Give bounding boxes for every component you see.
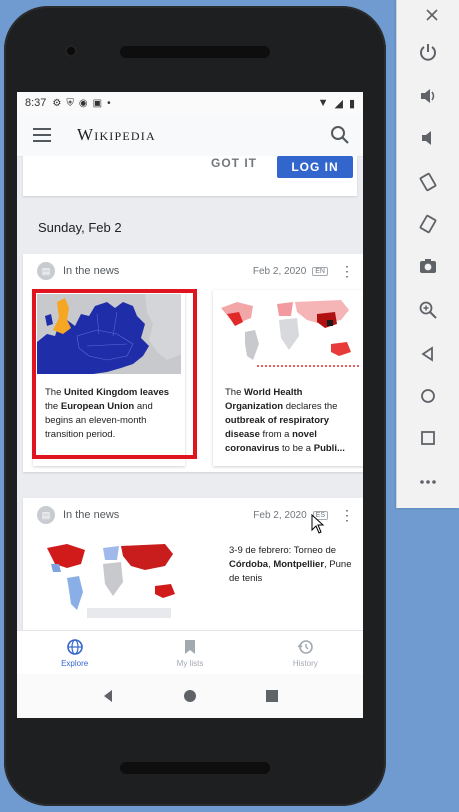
search-icon[interactable] xyxy=(329,124,351,146)
got-it-button[interactable]: GOT IT xyxy=(211,156,257,170)
back-icon[interactable] xyxy=(416,342,440,366)
overflow-menu-icon[interactable]: ⋮ xyxy=(340,263,354,280)
volume-down-icon[interactable] xyxy=(416,126,440,150)
card-date: Feb 2, 2020 xyxy=(253,509,307,521)
card-header: ▤ In the news Feb 2, 2020 EN ⋮ xyxy=(23,254,363,288)
story-link[interactable]: Montpellier xyxy=(273,559,324,570)
front-camera xyxy=(64,44,78,58)
story-text: The United Kingdom leaves the European U… xyxy=(45,387,170,440)
story-text: The World Health Organization declares t… xyxy=(225,387,345,454)
log-in-button[interactable]: LOG IN xyxy=(277,156,353,178)
news-icon: ▤ xyxy=(37,506,55,524)
history-icon xyxy=(297,640,314,654)
feed-scroll[interactable]: GOT IT LOG IN Sunday, Feb 2 ▤ In the new… xyxy=(17,156,363,630)
story-link[interactable]: United Kingdom leaves xyxy=(64,387,169,398)
system-navigation-bar xyxy=(17,674,363,718)
tab-label: My lists xyxy=(176,659,204,668)
zoom-icon[interactable] xyxy=(416,298,440,322)
date-header: Sunday, Feb 2 xyxy=(38,220,122,235)
wifi-icon: ▼ xyxy=(317,96,329,109)
emulator-toolbar xyxy=(396,0,459,508)
rotate-right-icon[interactable] xyxy=(416,212,440,236)
image-status-icon: ▣ xyxy=(92,97,103,109)
story-link[interactable]: Córdoba xyxy=(229,559,268,570)
bottom-navigation: Explore My lists History xyxy=(17,630,363,675)
status-bar: 8:37 ⚙ ⛨ ◉ ▣ • ▼ ◢ ▮ xyxy=(17,92,363,114)
card-title: In the news xyxy=(63,265,120,277)
onboarding-card: GOT IT LOG IN xyxy=(23,156,357,196)
menu-icon[interactable] xyxy=(33,128,51,142)
home-icon[interactable] xyxy=(416,384,440,408)
close-icon[interactable] xyxy=(425,8,439,22)
signal-icon: ◢ xyxy=(334,97,343,110)
story-text: 3-9 de febrero: Torneo de Córdoba, Montp… xyxy=(229,545,352,584)
europe-map-image xyxy=(37,294,181,374)
world-tournament-map-image xyxy=(37,538,181,624)
tab-explore[interactable]: Explore xyxy=(17,631,132,675)
camera-icon[interactable] xyxy=(416,254,440,278)
tab-label: History xyxy=(292,659,318,668)
bottom-speaker xyxy=(120,762,270,774)
battery-icon: ▮ xyxy=(348,97,355,110)
power-icon[interactable] xyxy=(416,40,440,64)
tab-history[interactable]: History xyxy=(248,631,363,675)
news-story[interactable]: The World Health Organization declares t… xyxy=(213,290,363,466)
back-icon[interactable] xyxy=(101,689,115,703)
wikipedia-wordmark: Wikipedia xyxy=(77,125,156,144)
tab-my-lists[interactable]: My lists xyxy=(132,631,247,675)
status-time: 8:37 xyxy=(25,97,47,109)
language-badge: EN xyxy=(312,266,328,276)
top-speaker xyxy=(120,46,270,58)
tab-label: Explore xyxy=(61,659,89,668)
bookmark-icon xyxy=(184,640,195,654)
dot-status-icon: • xyxy=(107,97,111,109)
overflow-menu-icon[interactable]: ⋮ xyxy=(340,507,354,524)
card-date: Feb 2, 2020 xyxy=(252,265,307,277)
news-icon: ▤ xyxy=(37,262,55,280)
home-icon[interactable] xyxy=(183,689,197,703)
settings-status-icon: ⚙ xyxy=(52,97,62,109)
overview-icon[interactable] xyxy=(416,426,440,450)
world-outbreak-map-image xyxy=(217,294,361,374)
news-story[interactable] xyxy=(33,534,185,630)
mouse-cursor-icon xyxy=(311,514,325,534)
card-title: In the news xyxy=(63,509,120,521)
shield-status-icon: ⛨ xyxy=(66,97,74,109)
app-bar: Wikipedia xyxy=(17,114,363,157)
story-link[interactable]: Publi... xyxy=(314,443,345,454)
globe-icon xyxy=(66,639,83,655)
rotate-left-icon[interactable] xyxy=(416,170,440,194)
volume-up-icon[interactable] xyxy=(416,84,440,108)
recording-status-icon: ◉ xyxy=(78,97,88,109)
in-the-news-card: ▤ In the news Feb 2, 2020 EN ⋮ The Unite… xyxy=(23,254,363,472)
device-screen: 8:37 ⚙ ⛨ ◉ ▣ • ▼ ◢ ▮ Wikipedia GOT IT LO… xyxy=(17,92,363,718)
recents-icon[interactable] xyxy=(265,689,279,703)
more-icon[interactable] xyxy=(416,470,440,494)
news-story[interactable]: The United Kingdom leaves the European U… xyxy=(33,290,185,466)
story-link[interactable]: European Union xyxy=(61,401,134,412)
